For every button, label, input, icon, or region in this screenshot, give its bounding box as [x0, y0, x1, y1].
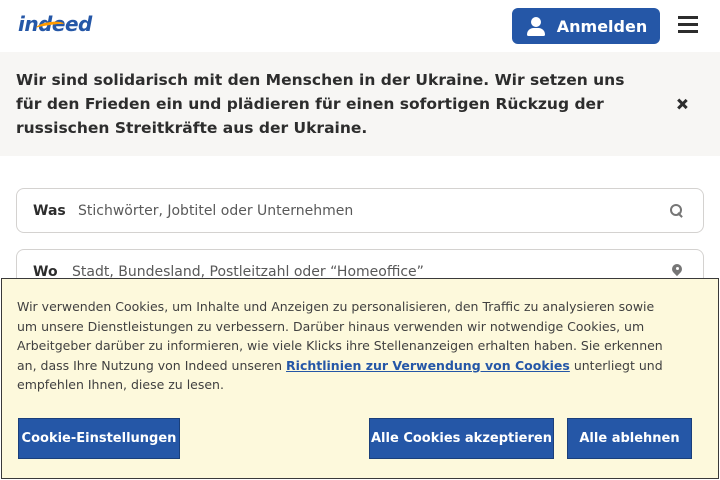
header: indeed Anmelden — [0, 0, 720, 52]
page: indeed Anmelden Wir sind solidarisch mit… — [0, 0, 720, 480]
accept-all-cookies-button[interactable]: Alle Cookies akzeptieren — [369, 418, 554, 459]
what-label: Was — [33, 202, 66, 219]
menu-icon[interactable] — [678, 16, 700, 34]
close-icon[interactable] — [674, 96, 690, 112]
cookie-settings-button[interactable]: Cookie-Einstellungen — [18, 418, 180, 459]
cookie-consent-banner: Wir verwenden Cookies, um Inhalte und An… — [1, 278, 719, 479]
banner-text: Wir sind solidarisch mit den Menschen in… — [16, 71, 625, 137]
login-label: Anmelden — [556, 16, 648, 36]
cookie-policy-link[interactable]: Richtlinien zur Verwendung von Cookies — [286, 358, 570, 373]
reject-all-button[interactable]: Alle ablehnen — [567, 418, 692, 459]
what-input[interactable] — [78, 202, 669, 219]
cookie-text: Wir verwenden Cookies, um Inhalte und An… — [17, 297, 672, 395]
what-search-field[interactable]: Was — [16, 188, 704, 233]
search-icon[interactable] — [669, 203, 685, 219]
login-button[interactable]: Anmelden — [512, 8, 660, 44]
person-icon — [525, 15, 547, 37]
ukraine-banner: Wir sind solidarisch mit den Menschen in… — [0, 52, 720, 156]
indeed-logo[interactable]: indeed — [18, 12, 92, 36]
